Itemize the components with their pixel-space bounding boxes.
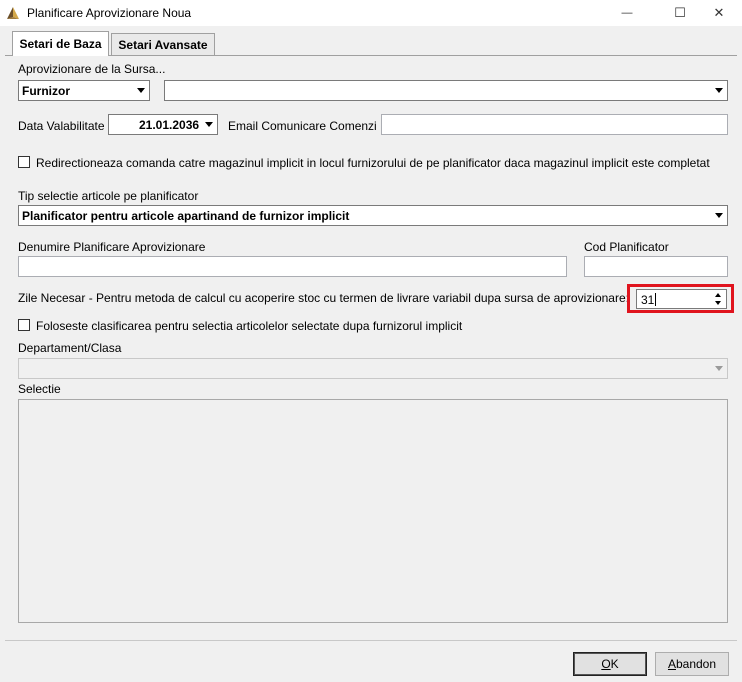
chevron-down-icon [714, 88, 723, 93]
source-type-dropdown-button[interactable] [133, 82, 148, 99]
app-pyramid-icon [7, 7, 19, 19]
classification-checkbox[interactable] [18, 319, 30, 331]
planner-code-label: Cod Planificator [584, 240, 669, 254]
selection-type-label: Tip selectie articole pe planificator [18, 189, 199, 203]
email-input[interactable] [381, 114, 728, 135]
planner-code-input[interactable] [584, 256, 728, 277]
classification-checkbox-label: Foloseste clasificarea pentru selectia a… [36, 319, 463, 333]
source-type-combo[interactable]: Furnizor [18, 80, 150, 101]
ok-button-label: OK [601, 657, 618, 671]
minimize-button[interactable]: — [604, 0, 650, 26]
abandon-hotkey: A [667, 657, 676, 671]
department-label: Departament/Clasa [18, 341, 122, 355]
chevron-down-icon [136, 88, 145, 93]
title-bar: Planificare Aprovizionare Noua — ☐ ✕ [0, 0, 742, 26]
window-title: Planificare Aprovizionare Noua [27, 6, 192, 20]
close-icon: ✕ [713, 5, 725, 20]
maximize-icon: ☐ [674, 5, 686, 20]
footer-divider [5, 640, 737, 641]
selection-type-value: Planificator pentru articole apartinand … [22, 209, 350, 223]
highlight-box [627, 284, 734, 313]
tab-setari-avansate[interactable]: Setari Avansate [111, 33, 215, 55]
tab-setari-de-baza[interactable]: Setari de Baza [12, 31, 109, 56]
close-button[interactable]: ✕ [696, 0, 742, 26]
selection-label: Selectie [18, 382, 61, 396]
chevron-down-icon [204, 122, 213, 127]
tab-label: Setari de Baza [19, 37, 102, 51]
ok-button[interactable]: OK [573, 652, 647, 676]
redirect-checkbox-label: Redirectioneaza comanda catre magazinul … [36, 156, 710, 170]
ok-rest: K [610, 657, 619, 671]
required-days-label: Zile Necesar - Pentru metoda de calcul c… [18, 291, 629, 305]
validity-date-picker[interactable]: 21.01.2036 [108, 114, 218, 135]
planner-name-input[interactable] [18, 256, 567, 277]
selection-panel[interactable] [18, 399, 728, 623]
ok-hotkey: O [601, 657, 611, 671]
email-label: Email Comunicare Comenzi [228, 119, 377, 133]
validity-date-label: Data Valabilitate [18, 119, 105, 133]
tab-divider [5, 55, 737, 56]
planner-name-label: Denumire Planificare Aprovizionare [18, 240, 206, 254]
date-dropdown-button[interactable] [201, 116, 216, 133]
redirect-checkbox[interactable] [18, 156, 30, 168]
selection-type-dropdown-button[interactable] [711, 207, 726, 224]
abandon-button[interactable]: Abandon [655, 652, 729, 676]
minimize-icon: — [621, 7, 633, 19]
supplier-combo[interactable] [164, 80, 728, 101]
supplier-dropdown-button[interactable] [711, 82, 726, 99]
tab-label: Setari Avansate [118, 37, 208, 52]
selection-type-combo[interactable]: Planificator pentru articole apartinand … [18, 205, 728, 226]
department-combo[interactable] [18, 358, 728, 379]
abandon-rest: bandon [675, 657, 717, 671]
department-dropdown-button[interactable] [711, 360, 726, 377]
validity-date-value: 21.01.2036 [139, 118, 200, 132]
chevron-down-icon [714, 213, 723, 218]
abandon-button-label: Abandon [668, 657, 716, 671]
source-label: Aprovizionare de la Sursa... [18, 62, 166, 76]
chevron-down-icon [714, 366, 723, 371]
source-type-value: Furnizor [22, 84, 70, 98]
